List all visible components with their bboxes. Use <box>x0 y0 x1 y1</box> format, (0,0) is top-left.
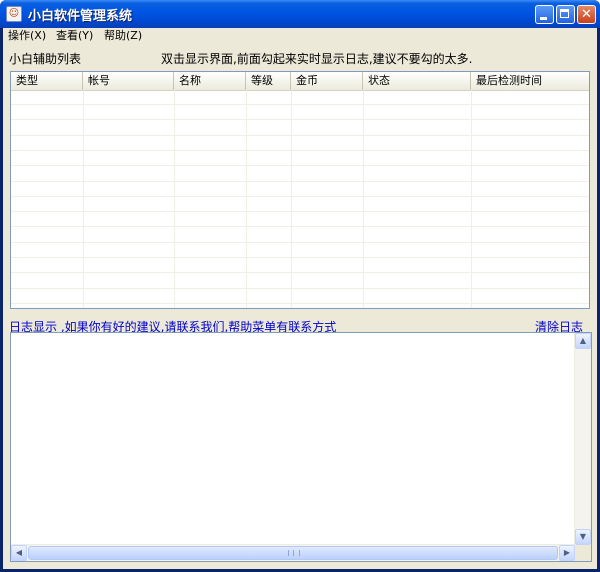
minimize-button[interactable] <box>535 5 554 24</box>
column-header-last-check[interactable]: 最后检测时间 <box>471 72 589 90</box>
minimize-icon <box>540 17 547 20</box>
menu-operate[interactable]: 操作(X) <box>8 29 46 45</box>
table-row <box>11 258 589 274</box>
menu-view[interactable]: 查看(Y) <box>56 29 93 45</box>
column-header-name[interactable]: 名称 <box>174 72 246 90</box>
scroll-up-icon[interactable]: ▲ <box>575 333 591 349</box>
scroll-right-icon[interactable]: ▶ <box>559 545 575 561</box>
title-bar[interactable]: ☺ 小白软件管理系统 ✕ <box>0 0 600 28</box>
grid-divider <box>246 90 247 308</box>
table-row <box>11 182 589 197</box>
grid-divider <box>83 90 84 308</box>
log-vertical-scrollbar[interactable]: ▲ ▼ <box>574 333 591 545</box>
table-row <box>11 121 589 136</box>
maximize-button[interactable] <box>556 5 575 24</box>
list-header: 类型 帐号 名称 等级 金币 状态 最后检测时间 <box>11 72 589 91</box>
scrollbar-corner <box>575 545 591 561</box>
log-horizontal-scrollbar[interactable]: ◀ ▶ <box>11 544 575 561</box>
grip-icon <box>288 550 300 556</box>
scroll-left-icon[interactable]: ◀ <box>11 545 27 561</box>
main-window: ☺ 小白软件管理系统 ✕ 操作(X) 查看(Y) 帮助(Z) 小白辅助列表 双击… <box>0 0 600 572</box>
table-row <box>11 228 589 243</box>
column-header-status[interactable]: 状态 <box>363 72 471 90</box>
maximize-icon <box>560 9 569 18</box>
column-header-level[interactable]: 等级 <box>246 72 291 90</box>
table-row <box>11 289 589 304</box>
grid-divider <box>471 90 472 308</box>
close-button[interactable]: ✕ <box>577 5 596 24</box>
table-row <box>11 90 589 105</box>
table-row <box>11 197 589 213</box>
list-hint-text: 双击显示界面,前面勾起来实时显示日志,建议不要勾的太多. <box>161 52 473 66</box>
grid-divider <box>174 90 175 308</box>
column-header-account[interactable]: 帐号 <box>83 72 174 90</box>
table-row <box>11 274 589 289</box>
menu-bar: 操作(X) 查看(Y) 帮助(Z) <box>3 28 597 45</box>
assist-list-label: 小白辅助列表 <box>9 52 82 66</box>
log-textarea[interactable]: ▲ ▼ ◀ ▶ <box>10 332 592 562</box>
column-header-gold[interactable]: 金币 <box>291 72 363 90</box>
client-area: 操作(X) 查看(Y) 帮助(Z) 小白辅助列表 双击显示界面,前面勾起来实时显… <box>3 28 597 569</box>
window-title: 小白软件管理系统 <box>28 9 133 24</box>
app-icon[interactable]: ☺ <box>6 6 22 22</box>
close-icon: ✕ <box>581 7 592 22</box>
table-row <box>11 243 589 258</box>
menu-help[interactable]: 帮助(Z) <box>104 29 142 45</box>
table-row <box>11 151 589 167</box>
table-row <box>11 136 589 151</box>
grid-divider <box>363 90 364 308</box>
column-header-type[interactable]: 类型 <box>11 72 83 90</box>
table-row <box>11 105 589 121</box>
table-row <box>11 212 589 228</box>
grid-divider <box>291 90 292 308</box>
scroll-down-icon[interactable]: ▼ <box>575 529 591 545</box>
table-row <box>11 167 589 182</box>
assist-list-view[interactable]: 类型 帐号 名称 等级 金币 状态 最后检测时间 <box>10 71 590 309</box>
scroll-thumb[interactable] <box>28 546 558 560</box>
